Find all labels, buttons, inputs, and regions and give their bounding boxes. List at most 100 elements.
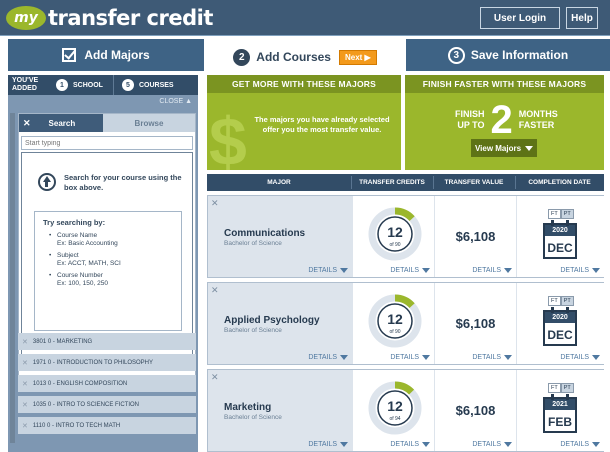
details-toggle[interactable]: DETAILS: [390, 441, 430, 448]
search-tips-box: Try searching by: Course Name Ex: Basic …: [34, 211, 182, 331]
step-number: 3: [447, 46, 465, 64]
value-cell: $6,108 DETAILS: [435, 196, 516, 277]
column-header-completion-date: COMPLETION DATE: [528, 179, 591, 186]
step-save-information[interactable]: 3 Save Information: [406, 39, 610, 71]
remove-icon[interactable]: ✕: [22, 359, 28, 367]
details-toggle[interactable]: DETAILS: [560, 267, 600, 274]
details-toggle[interactable]: DETAILS: [390, 267, 430, 274]
course-label: 1035 0 - INTRO TO SCIENCE FICTION: [32, 401, 140, 408]
list-item: ✕ 3801 0 - MARKETING: [18, 333, 196, 350]
tip-example: Ex: 100, 150, 250: [57, 280, 108, 287]
scrollbar[interactable]: [10, 113, 15, 443]
details-label: DETAILS: [560, 354, 589, 361]
details-toggle[interactable]: DETAILS: [560, 354, 600, 361]
details-toggle[interactable]: DETAILS: [560, 441, 600, 448]
course-label: 1013 0 - ENGLISH COMPOSITION: [32, 380, 128, 387]
credits-cell: 12 of 94 DETAILS: [353, 370, 434, 451]
details-label: DETAILS: [472, 441, 501, 448]
course-label: 3801 0 - MARKETING: [32, 338, 93, 345]
tab-search[interactable]: ✕ Search: [19, 114, 103, 132]
tab-search-label: Search: [48, 118, 76, 128]
full-time-option[interactable]: FT: [548, 296, 561, 306]
completion-month: DEC: [547, 241, 573, 255]
caret-down-icon: [525, 145, 534, 151]
caret-down-icon: [422, 355, 430, 360]
months-text: MONTHS FASTER: [519, 109, 558, 131]
value-cell: $6,108 DETAILS: [435, 370, 516, 451]
step-add-majors[interactable]: Add Majors: [8, 39, 204, 71]
close-panel-link[interactable]: CLOSE ▲: [159, 98, 192, 105]
promo-title: FINISH FASTER WITH THESE MAJORS: [405, 75, 604, 93]
school-count-toggle[interactable]: 1 SCHOOL: [56, 79, 103, 91]
details-label: DETAILS: [308, 354, 337, 361]
credits-ring: 12 of 94: [368, 381, 422, 435]
details-label: DETAILS: [472, 267, 501, 274]
user-login-button[interactable]: User Login: [480, 7, 560, 29]
credits-total: of 90: [389, 242, 400, 248]
part-time-option[interactable]: PT: [560, 383, 574, 393]
remove-icon[interactable]: ✕: [22, 338, 28, 346]
remove-icon[interactable]: ✕: [22, 422, 28, 430]
course-count-toggle[interactable]: 5 COURSES: [121, 79, 174, 91]
tip-example: Ex: Basic Accounting: [57, 240, 118, 247]
close-icon[interactable]: ✕: [23, 118, 31, 129]
course-count: 5: [121, 79, 134, 91]
list-item: ✕ 1110 0 - INTRO TO TECH MATH: [18, 417, 196, 434]
caret-down-icon: [504, 268, 512, 273]
remove-icon[interactable]: ✕: [22, 380, 28, 388]
remove-icon[interactable]: ✕: [22, 401, 28, 409]
value-cell: $6,108 DETAILS: [435, 283, 516, 364]
credits-value: 12: [387, 311, 403, 327]
help-button[interactable]: Help: [566, 7, 598, 29]
months-number: 2: [490, 98, 513, 142]
logo[interactable]: my transfer credit: [6, 4, 213, 32]
view-majors-button[interactable]: View Majors: [471, 139, 537, 157]
step-bar: Add Majors 2 Add Courses Next ▶ 3 Save I…: [8, 39, 610, 75]
course-label: 1110 0 - INTRO TO TECH MATH: [32, 422, 121, 429]
divider: [112, 75, 114, 95]
finish-text: FINISH UP TO: [455, 109, 485, 131]
full-time-option[interactable]: FT: [548, 383, 561, 393]
full-time-option[interactable]: FT: [548, 209, 561, 219]
details-toggle[interactable]: DETAILS: [308, 267, 348, 274]
date-cell: FT PT 2020 DEC DETAILS: [517, 283, 604, 364]
list-item: ✕ 1035 0 - INTRO TO SCIENCE FICTION: [18, 396, 196, 413]
promo-title: GET MORE WITH THESE MAJORS: [207, 75, 401, 93]
added-summary: YOU'VE ADDED 1 SCHOOL 5 COURSES: [8, 75, 198, 95]
date-cell: FT PT 2021 FEB DETAILS: [517, 370, 604, 451]
course-label: 1971 0 - INTRODUCTION TO PHILOSOPHY: [32, 359, 154, 366]
details-label: DETAILS: [560, 267, 589, 274]
promo-more-value: GET MORE WITH THESE MAJORS $ The majors …: [207, 75, 401, 170]
remove-major-icon[interactable]: ✕: [211, 198, 219, 209]
remove-major-icon[interactable]: ✕: [211, 372, 219, 383]
details-toggle[interactable]: DETAILS: [308, 354, 348, 361]
details-toggle[interactable]: DETAILS: [472, 441, 512, 448]
completion-month: DEC: [547, 328, 573, 342]
column-header-transfer-value: TRANSFER VALUE: [444, 179, 504, 186]
details-toggle[interactable]: DETAILS: [472, 267, 512, 274]
details-toggle[interactable]: DETAILS: [472, 354, 512, 361]
step-add-courses[interactable]: 2 Add Courses Next ▶: [207, 39, 403, 75]
tip-label: Course Number: [57, 272, 103, 279]
details-toggle[interactable]: DETAILS: [390, 354, 430, 361]
list-item: ✕ 1013 0 - ENGLISH COMPOSITION: [18, 375, 196, 392]
tab-browse[interactable]: Browse: [103, 114, 195, 132]
completion-year: 2020: [545, 312, 575, 323]
remove-major-icon[interactable]: ✕: [211, 285, 219, 296]
majors-table-header: MAJOR TRANSFER CREDITS TRANSFER VALUE CO…: [207, 174, 604, 191]
details-label: DETAILS: [308, 441, 337, 448]
details-label: DETAILS: [472, 354, 501, 361]
major-name: Marketing: [224, 402, 272, 413]
finish-line: UP TO: [457, 120, 485, 130]
column-header-transfer-credits: TRANSFER CREDITS: [359, 179, 425, 186]
part-time-option[interactable]: PT: [560, 209, 574, 219]
top-bar: my transfer credit User Login Help: [0, 0, 610, 36]
logo-badge: my: [6, 6, 46, 30]
caret-down-icon: [340, 268, 348, 273]
course-search-input[interactable]: [21, 136, 193, 150]
search-hint: Search for your course using the box abo…: [64, 173, 182, 192]
details-label: DETAILS: [390, 267, 419, 274]
next-button[interactable]: Next ▶: [338, 49, 377, 65]
part-time-option[interactable]: PT: [560, 296, 574, 306]
details-toggle[interactable]: DETAILS: [308, 441, 348, 448]
